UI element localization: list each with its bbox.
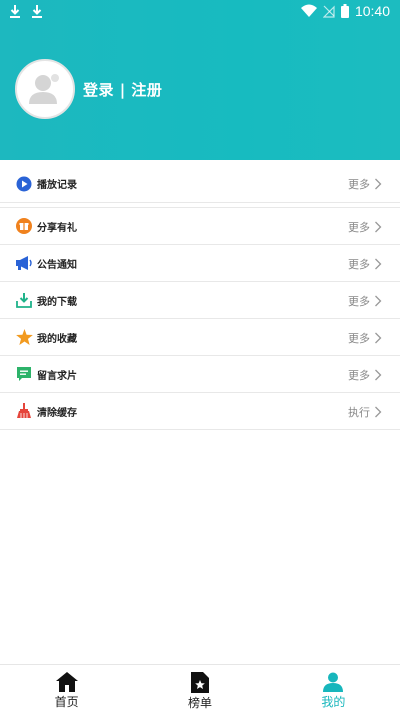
chevron-right-icon (375, 295, 382, 306)
download-icon (15, 291, 33, 309)
megaphone-icon (15, 254, 33, 272)
more-link[interactable]: 更多 (348, 165, 382, 202)
ranking-icon (190, 672, 209, 693)
menu-item-label: 我的收藏 (37, 333, 77, 345)
tab-label: 我的 (321, 695, 346, 709)
wifi-icon (300, 4, 317, 18)
chevron-right-icon (375, 178, 382, 189)
more-label: 更多 (348, 177, 370, 191)
menu-item-downloads[interactable]: 我的下载 更多 (0, 282, 400, 319)
chevron-right-icon (375, 369, 382, 380)
more-label: 更多 (348, 220, 370, 234)
gift-icon (15, 217, 33, 235)
login-register-link[interactable]: 登录 | 注册 (83, 79, 162, 100)
clock: 10:40 (354, 3, 390, 19)
menu-item-clear-cache[interactable]: 清除缓存 执行 (0, 393, 400, 430)
download-notification-icon (8, 3, 22, 22)
menu-item-label: 公告通知 (37, 259, 77, 271)
menu-item-notices[interactable]: 公告通知 更多 (0, 245, 400, 282)
broom-icon (15, 402, 33, 420)
no-signal-icon (322, 4, 335, 18)
profile-header: 10:40 登录 | 注册 (0, 0, 400, 160)
more-label: 更多 (348, 368, 370, 382)
execute-label: 执行 (348, 405, 370, 419)
bottom-tab-bar: 首页 榜单 我的 (0, 664, 400, 712)
status-bar: 10:40 (0, 0, 400, 24)
menu-item-requests[interactable]: 留言求片 更多 (0, 356, 400, 393)
tab-label: 榜单 (187, 696, 212, 710)
menu-item-history[interactable]: 播放记录 更多 (0, 165, 400, 203)
more-label: 更多 (348, 294, 370, 308)
menu-item-label: 我的下载 (37, 296, 77, 308)
chevron-right-icon (375, 332, 382, 343)
play-icon (15, 175, 33, 193)
default-user-icon (29, 74, 59, 104)
more-link[interactable]: 更多 (348, 208, 382, 245)
more-link[interactable]: 更多 (348, 282, 382, 319)
tab-label: 首页 (54, 695, 79, 709)
avatar[interactable] (15, 59, 75, 119)
download-notification-icon (30, 3, 44, 22)
tab-home[interactable]: 首页 (0, 665, 133, 712)
profile-icon (323, 672, 344, 692)
menu-item-label: 清除缓存 (37, 407, 77, 419)
chevron-right-icon (375, 406, 382, 417)
execute-link[interactable]: 执行 (348, 393, 382, 430)
menu-item-label: 留言求片 (37, 370, 77, 382)
chevron-right-icon (375, 258, 382, 269)
home-icon (55, 672, 78, 692)
chevron-right-icon (375, 221, 382, 232)
menu-item-share[interactable]: 分享有礼 更多 (0, 208, 400, 245)
more-link[interactable]: 更多 (348, 245, 382, 282)
tab-ranking[interactable]: 榜单 (133, 665, 266, 712)
more-label: 更多 (348, 331, 370, 345)
more-label: 更多 (348, 257, 370, 271)
tab-profile[interactable]: 我的 (267, 665, 400, 712)
menu-list: 播放记录 更多 分享有礼 更多 公告通知 更多 我的下载 更多 我的收藏 更多 … (0, 165, 400, 430)
menu-item-favorites[interactable]: 我的收藏 更多 (0, 319, 400, 356)
battery-icon (340, 4, 349, 18)
star-icon (15, 328, 33, 346)
more-link[interactable]: 更多 (348, 319, 382, 356)
more-link[interactable]: 更多 (348, 356, 382, 393)
menu-item-label: 播放记录 (37, 180, 77, 191)
menu-item-label: 分享有礼 (37, 222, 77, 234)
message-icon (15, 365, 33, 383)
